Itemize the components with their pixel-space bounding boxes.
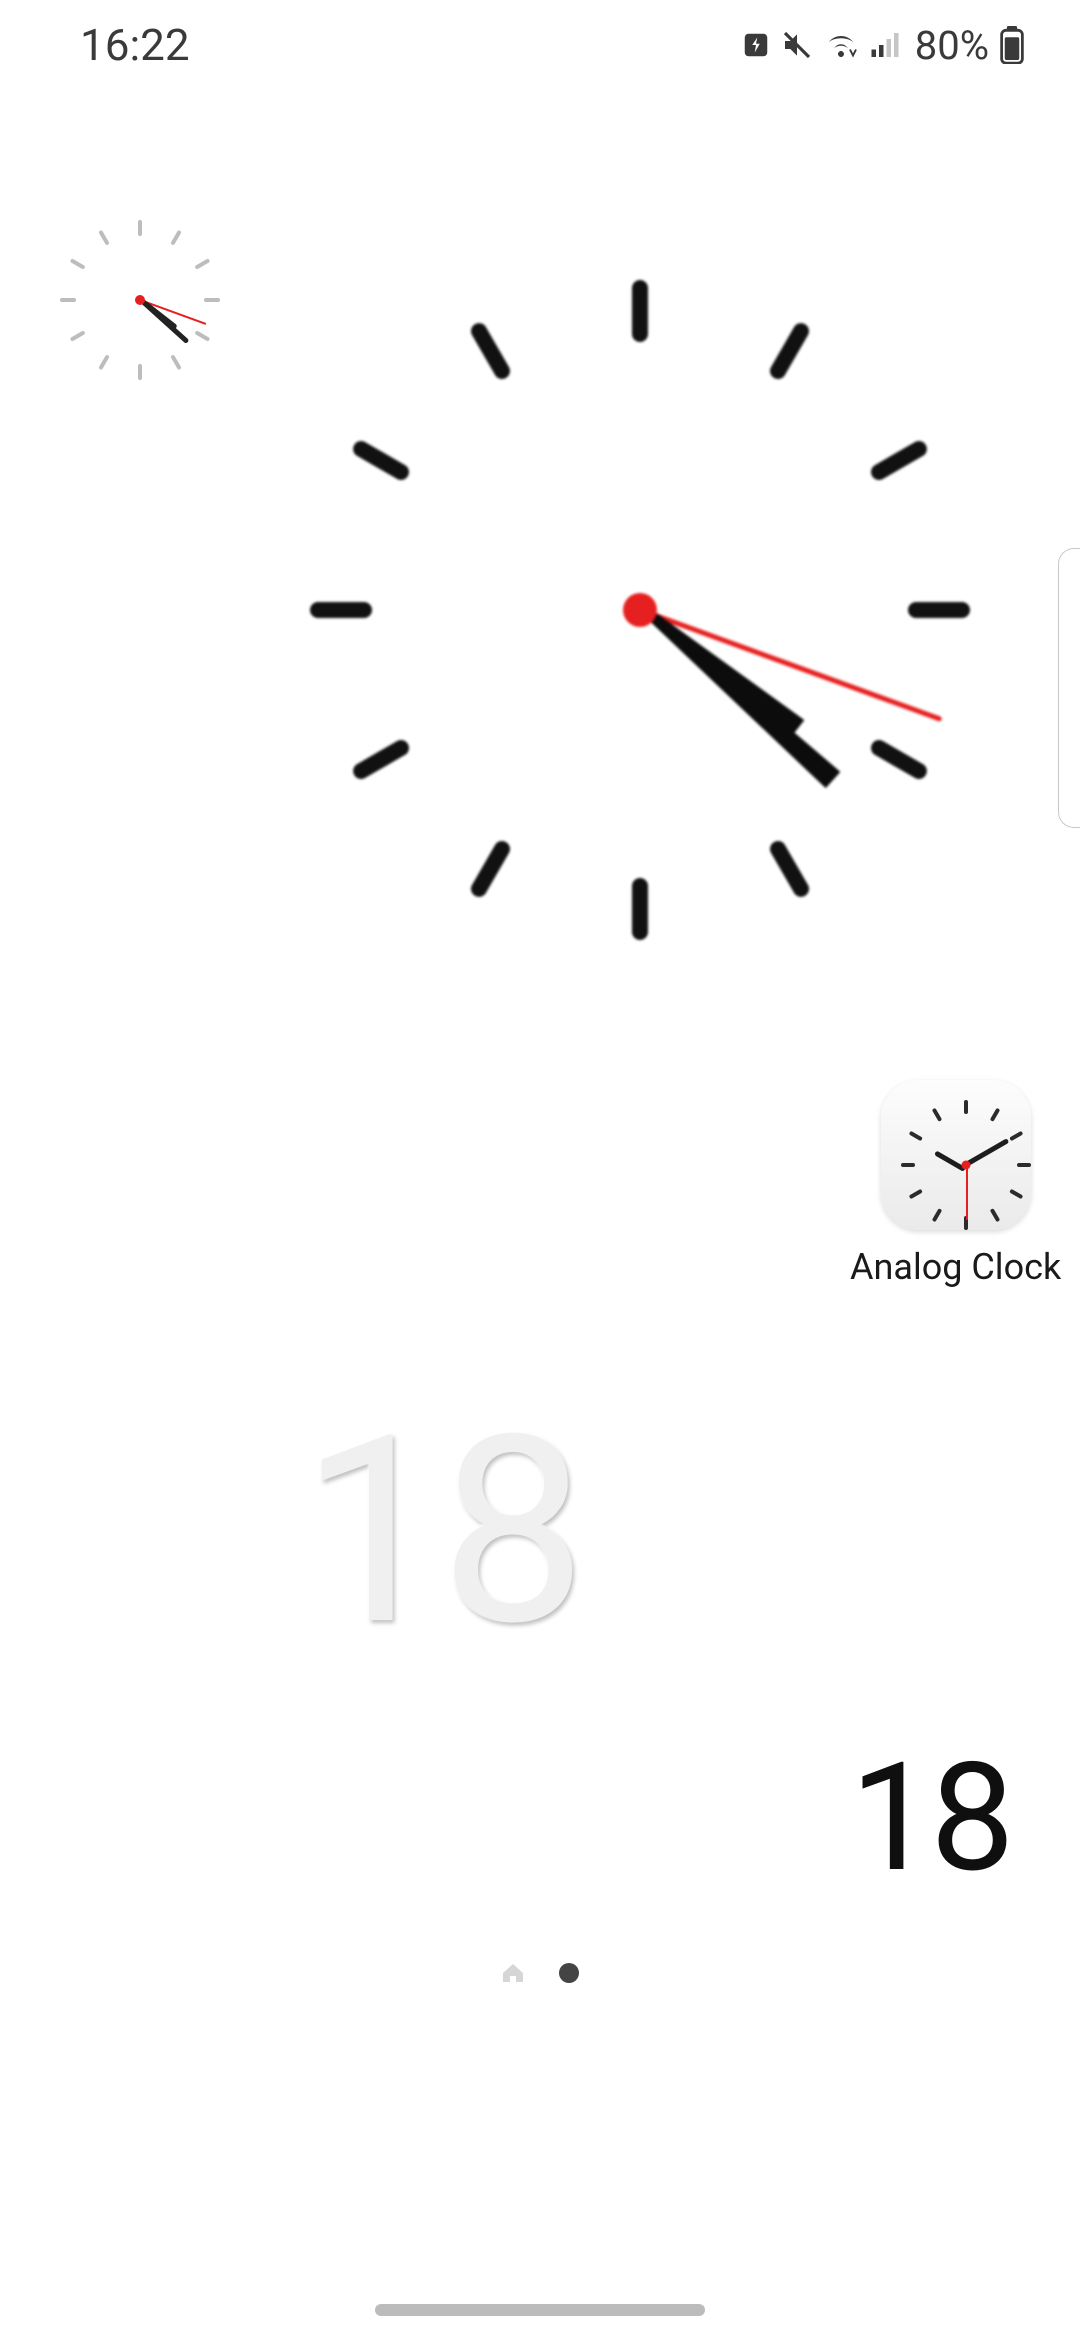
navigation-bar[interactable] <box>0 2304 1080 2316</box>
status-bar: 16:22 80% <box>0 0 1080 90</box>
date-widget-large[interactable]: 18 <box>300 1380 580 1684</box>
status-icons: 80% <box>741 22 1025 69</box>
home-page-dot[interactable] <box>501 1962 525 1984</box>
analog-clock-widget-large[interactable] <box>310 280 970 940</box>
edge-panel-handle[interactable] <box>1058 548 1080 828</box>
page-indicator[interactable] <box>0 1962 1080 1984</box>
battery-icon <box>999 26 1025 64</box>
date-widget-small[interactable]: 18 <box>850 1730 1011 1906</box>
cellular-icon <box>869 30 901 60</box>
gesture-pill[interactable] <box>375 2304 705 2316</box>
battery-percent: 80% <box>915 22 989 69</box>
status-clock: 16:22 <box>80 19 190 71</box>
analog-clock-widget-small[interactable] <box>60 220 220 380</box>
app-icon-label: Analog Clock <box>850 1246 1061 1288</box>
analog-clock-app[interactable]: Analog Clock <box>850 1080 1061 1288</box>
mute-icon <box>781 29 813 61</box>
page-dot-active[interactable] <box>559 1963 579 1983</box>
power-save-icon <box>741 30 771 60</box>
wifi-icon <box>823 30 859 60</box>
analog-clock-icon <box>881 1080 1031 1230</box>
